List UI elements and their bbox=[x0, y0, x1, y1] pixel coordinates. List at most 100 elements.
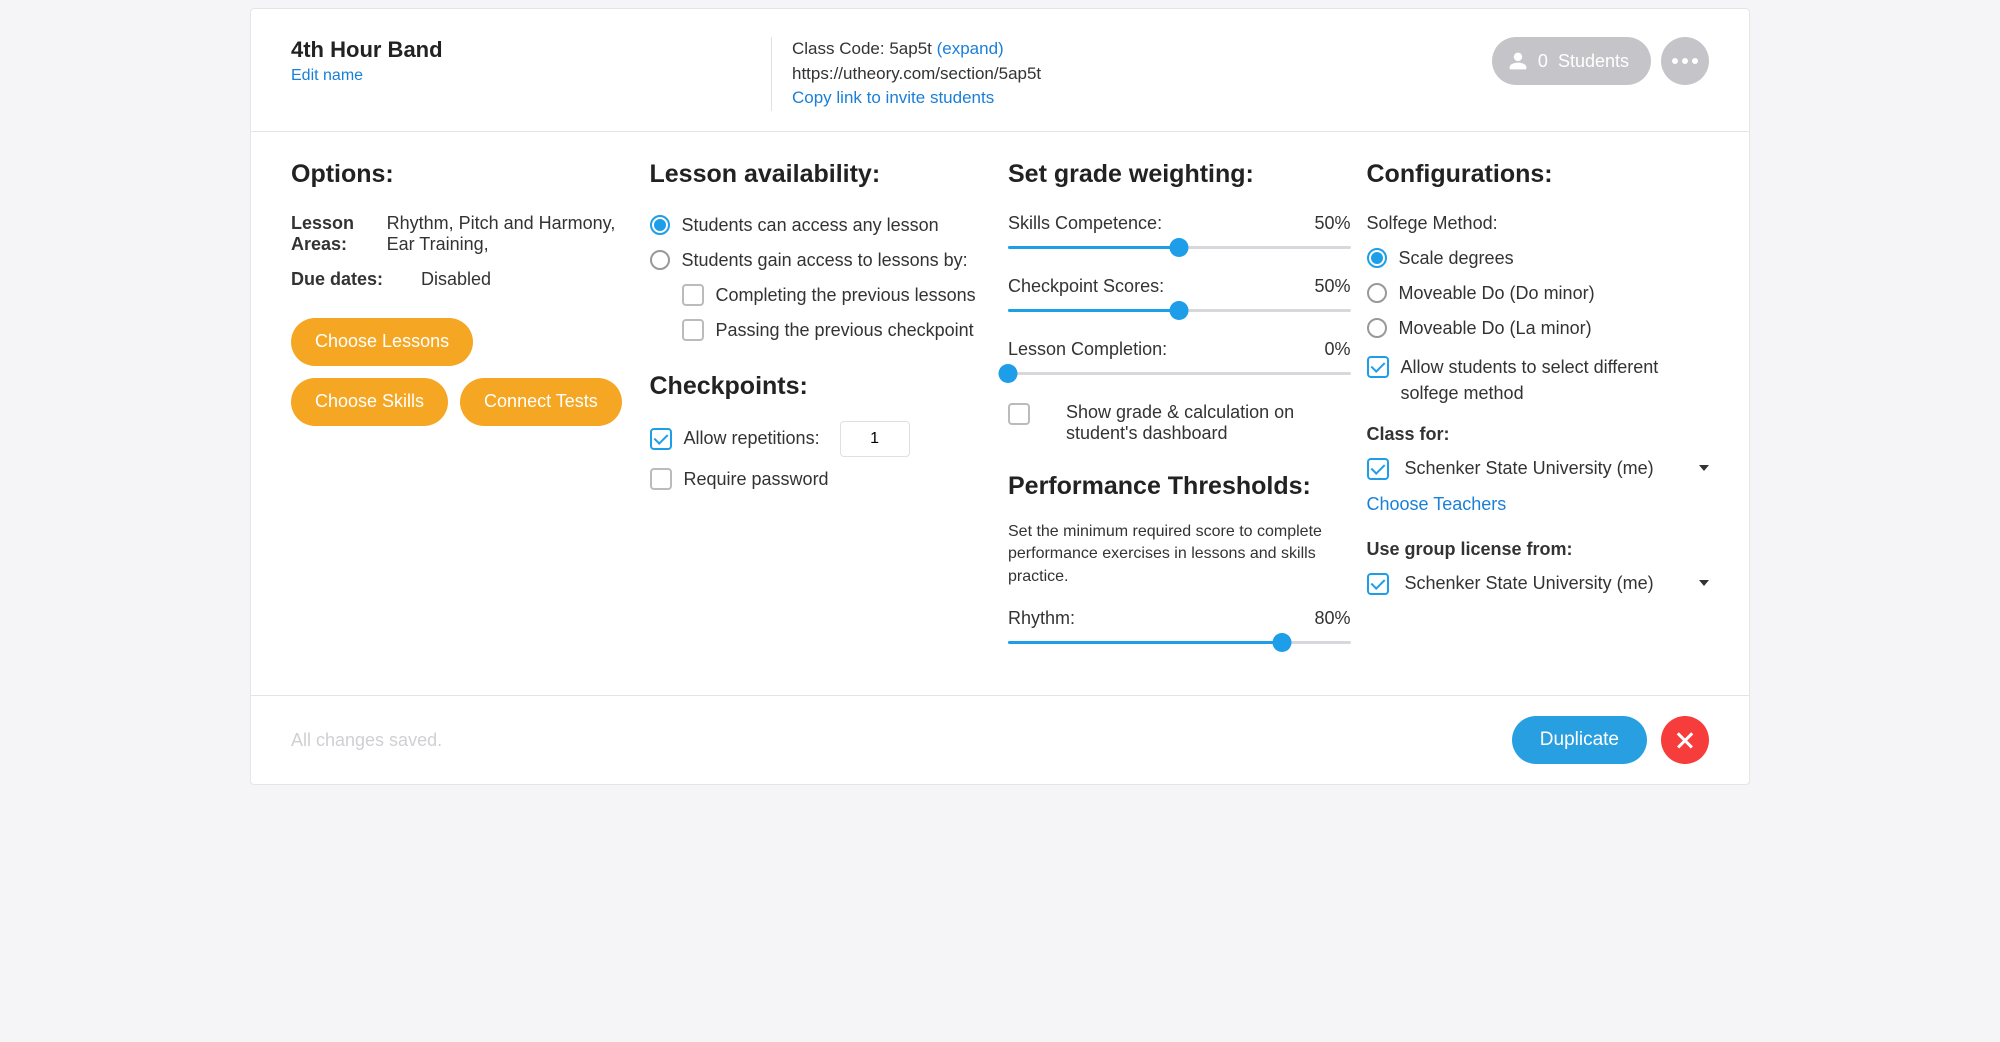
rhythm-value: 80% bbox=[1314, 608, 1350, 629]
chevron-down-icon bbox=[1699, 465, 1709, 471]
perf-desc: Set the minimum required score to comple… bbox=[1008, 521, 1351, 588]
config-column: Configurations: Solfege Method: Scale de… bbox=[1367, 160, 1710, 671]
solfege-label: Solfege Method: bbox=[1367, 213, 1710, 234]
footer: All changes saved. Duplicate bbox=[251, 695, 1749, 784]
lesson-slider-block: Lesson Completion: 0% bbox=[1008, 339, 1351, 384]
checkpoints-heading: Checkpoints: bbox=[650, 372, 993, 401]
scale-degrees-option[interactable]: Scale degrees bbox=[1367, 246, 1710, 271]
copy-link[interactable]: Copy link to invite students bbox=[792, 88, 994, 107]
lesson-label: Lesson Completion: bbox=[1008, 339, 1167, 360]
checkbox-icon bbox=[650, 428, 672, 450]
choose-teachers-link[interactable]: Choose Teachers bbox=[1367, 494, 1507, 515]
checkbox-icon[interactable] bbox=[1367, 458, 1389, 480]
connect-tests-button[interactable]: Connect Tests bbox=[460, 378, 622, 426]
checkbox-icon[interactable] bbox=[1367, 573, 1389, 595]
lesson-areas-label: Lesson Areas: bbox=[291, 213, 387, 255]
slider-thumb bbox=[999, 364, 1018, 383]
options-buttons: Choose Lessons Choose Skills Connect Tes… bbox=[291, 318, 634, 426]
duplicate-button[interactable]: Duplicate bbox=[1512, 716, 1647, 764]
checkbox-icon bbox=[1008, 403, 1030, 425]
allow-repetitions-option[interactable]: Allow repetitions: bbox=[650, 421, 993, 457]
access-any-label: Students can access any lesson bbox=[682, 213, 939, 238]
header: 4th Hour Band Edit name Class Code: 5ap5… bbox=[251, 9, 1749, 132]
rhythm-slider[interactable] bbox=[1008, 633, 1351, 653]
class-for-label: Class for: bbox=[1367, 424, 1710, 445]
class-code-prefix: Class Code: bbox=[792, 39, 889, 58]
slider-fill bbox=[1008, 641, 1282, 644]
header-right: 0 Students bbox=[1492, 37, 1709, 85]
slider-thumb bbox=[1170, 301, 1189, 320]
checkbox-icon bbox=[682, 284, 704, 306]
lesson-areas-value: Rhythm, Pitch and Harmony, Ear Training, bbox=[387, 213, 634, 255]
checkpoint-label: Checkpoint Scores: bbox=[1008, 276, 1164, 297]
chevron-down-icon bbox=[1699, 580, 1709, 586]
require-password-label: Require password bbox=[684, 467, 829, 492]
grading-heading: Set grade weighting: bbox=[1008, 160, 1351, 189]
choose-skills-button[interactable]: Choose Skills bbox=[291, 378, 448, 426]
due-dates-row: Due dates: Disabled bbox=[291, 269, 634, 290]
skills-slider[interactable] bbox=[1008, 238, 1351, 258]
scale-degrees-label: Scale degrees bbox=[1399, 246, 1514, 271]
checkpoint-slider[interactable] bbox=[1008, 301, 1351, 321]
completing-label: Completing the previous lessons bbox=[716, 283, 976, 308]
moveable-do-do-option[interactable]: Moveable Do (Do minor) bbox=[1367, 281, 1710, 306]
moveable-do-la-label: Moveable Do (La minor) bbox=[1399, 316, 1592, 341]
class-settings-card: 4th Hour Band Edit name Class Code: 5ap5… bbox=[250, 8, 1750, 785]
expand-link[interactable]: (expand) bbox=[937, 39, 1004, 58]
radio-icon bbox=[650, 250, 670, 270]
more-menu-button[interactable] bbox=[1661, 37, 1709, 85]
access-any-option[interactable]: Students can access any lesson bbox=[650, 213, 993, 238]
moveable-do-la-option[interactable]: Moveable Do (La minor) bbox=[1367, 316, 1710, 341]
class-title: 4th Hour Band bbox=[291, 37, 771, 63]
allow-students-label: Allow students to select different solfe… bbox=[1401, 355, 1710, 405]
lesson-slider[interactable] bbox=[1008, 364, 1351, 384]
skills-slider-block: Skills Competence: 50% bbox=[1008, 213, 1351, 258]
checkbox-icon bbox=[650, 468, 672, 490]
completing-option[interactable]: Completing the previous lessons bbox=[682, 283, 993, 308]
due-dates-value: Disabled bbox=[421, 269, 491, 290]
license-select[interactable]: Schenker State University (me) bbox=[1405, 573, 1710, 594]
options-table: Lesson Areas: Rhythm, Pitch and Harmony,… bbox=[291, 213, 634, 290]
config-heading: Configurations: bbox=[1367, 160, 1710, 189]
class-for-row: Schenker State University (me) bbox=[1367, 457, 1710, 480]
require-password-option[interactable]: Require password bbox=[650, 467, 993, 492]
due-dates-label: Due dates: bbox=[291, 269, 421, 290]
close-button[interactable] bbox=[1661, 716, 1709, 764]
checkbox-icon bbox=[1367, 356, 1389, 378]
students-button[interactable]: 0 Students bbox=[1492, 37, 1651, 85]
slider-thumb bbox=[1273, 633, 1292, 652]
user-icon bbox=[1508, 51, 1528, 71]
skills-label: Skills Competence: bbox=[1008, 213, 1162, 234]
checkpoint-slider-block: Checkpoint Scores: 50% bbox=[1008, 276, 1351, 321]
show-grade-label: Show grade & calculation on student's da… bbox=[1046, 402, 1351, 444]
availability-column: Lesson availability: Students can access… bbox=[650, 160, 993, 671]
allow-students-option[interactable]: Allow students to select different solfe… bbox=[1367, 355, 1710, 405]
options-heading: Options: bbox=[291, 160, 634, 189]
rhythm-slider-block: Rhythm: 80% bbox=[1008, 608, 1351, 653]
options-column: Options: Lesson Areas: Rhythm, Pitch and… bbox=[291, 160, 634, 671]
class-for-select[interactable]: Schenker State University (me) bbox=[1405, 458, 1710, 479]
checkbox-icon bbox=[682, 319, 704, 341]
dot-icon bbox=[1692, 58, 1698, 64]
moveable-do-do-label: Moveable Do (Do minor) bbox=[1399, 281, 1595, 306]
edit-name-link[interactable]: Edit name bbox=[291, 67, 363, 85]
class-for-value: Schenker State University (me) bbox=[1405, 458, 1654, 479]
footer-actions: Duplicate bbox=[1512, 716, 1709, 764]
checkpoint-value: 50% bbox=[1314, 276, 1350, 297]
saved-status: All changes saved. bbox=[291, 730, 442, 751]
passing-label: Passing the previous checkpoint bbox=[716, 318, 974, 343]
gain-access-option[interactable]: Students gain access to lessons by: bbox=[650, 248, 993, 273]
students-count: 0 bbox=[1538, 51, 1548, 72]
class-code: 5ap5t bbox=[889, 39, 932, 58]
slider-fill bbox=[1008, 309, 1179, 312]
show-grade-option[interactable]: Show grade & calculation on student's da… bbox=[1008, 402, 1351, 444]
repetitions-input[interactable] bbox=[840, 421, 910, 457]
passing-option[interactable]: Passing the previous checkpoint bbox=[682, 318, 993, 343]
slider-fill bbox=[1008, 246, 1179, 249]
choose-lessons-button[interactable]: Choose Lessons bbox=[291, 318, 473, 366]
availability-heading: Lesson availability: bbox=[650, 160, 993, 189]
license-label: Use group license from: bbox=[1367, 539, 1710, 560]
slider-track bbox=[1008, 372, 1351, 375]
gain-subitems: Completing the previous lessons Passing … bbox=[682, 283, 993, 343]
lesson-value: 0% bbox=[1324, 339, 1350, 360]
